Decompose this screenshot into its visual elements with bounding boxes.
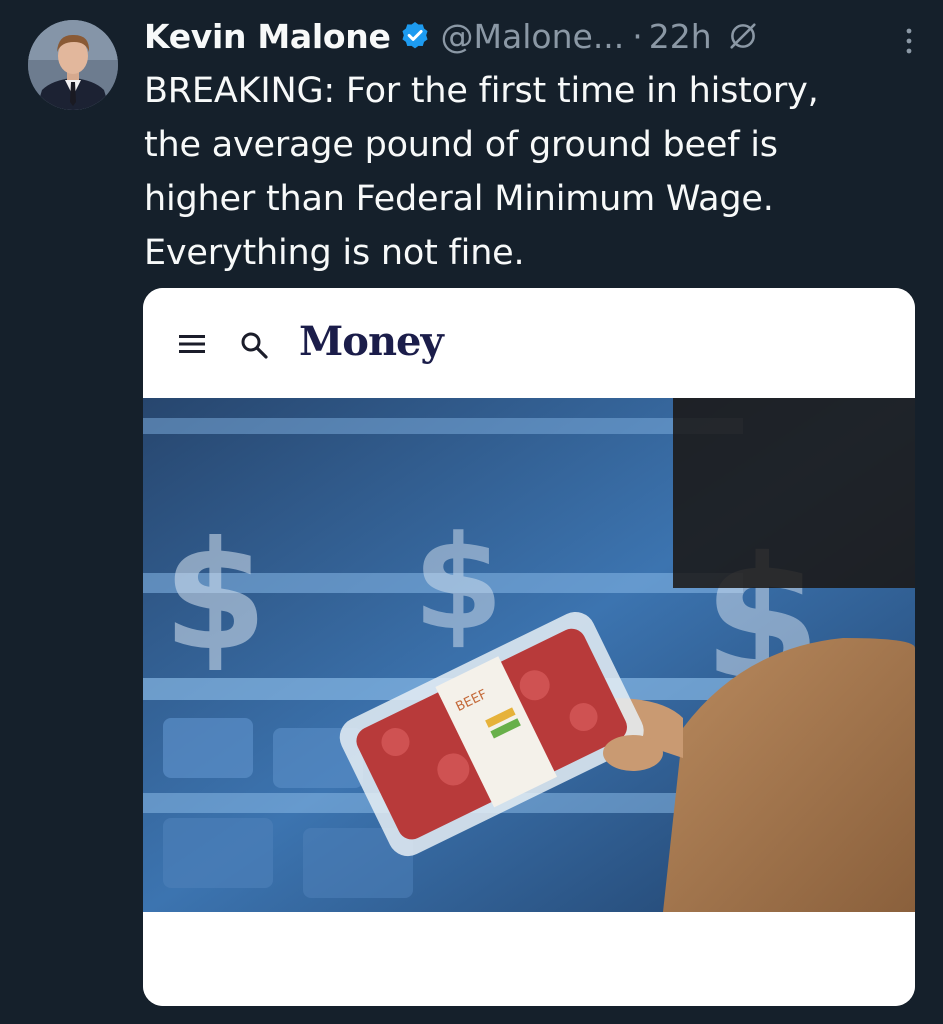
card-footer [143, 912, 915, 1006]
separator-dot: · [632, 16, 643, 56]
tweet-page: Kevin Malone @Malone... · 22h BREAKING: … [0, 0, 943, 1024]
author-handle[interactable]: @Malone... [441, 17, 625, 56]
media-card[interactable]: Money $ $ $ BEEF [143, 288, 915, 1006]
verified-badge-icon [402, 22, 428, 49]
author-name[interactable]: Kevin Malone [144, 17, 391, 56]
beef-shopper-illustration: $ $ $ BEEF [143, 398, 915, 912]
tweet-text-line: the average pound of ground beef is [144, 125, 778, 165]
svg-text:$: $ [413, 507, 503, 659]
tweet-text-line: Everything is not fine. [144, 233, 525, 273]
search-icon [241, 332, 268, 359]
hamburger-menu-icon [179, 335, 205, 353]
svg-text:$: $ [163, 510, 267, 684]
more-options-icon[interactable] [899, 26, 919, 56]
article-image: $ $ $ BEEF [143, 398, 915, 912]
site-header: Money [143, 288, 915, 398]
tweet-header: Kevin Malone @Malone... · 22h [144, 14, 923, 58]
author-avatar[interactable] [28, 20, 118, 110]
tweet-text: BREAKING: For the first time in history,… [144, 64, 924, 280]
avatar-photo [28, 20, 118, 110]
tweet-text-line: BREAKING: For the first time in history, [144, 71, 819, 111]
tweet-timestamp[interactable]: 22h [649, 17, 712, 56]
money-logo: Money [299, 318, 444, 365]
grok-icon[interactable] [726, 19, 760, 53]
tweet-text-line: higher than Federal Minimum Wage. [144, 179, 774, 219]
